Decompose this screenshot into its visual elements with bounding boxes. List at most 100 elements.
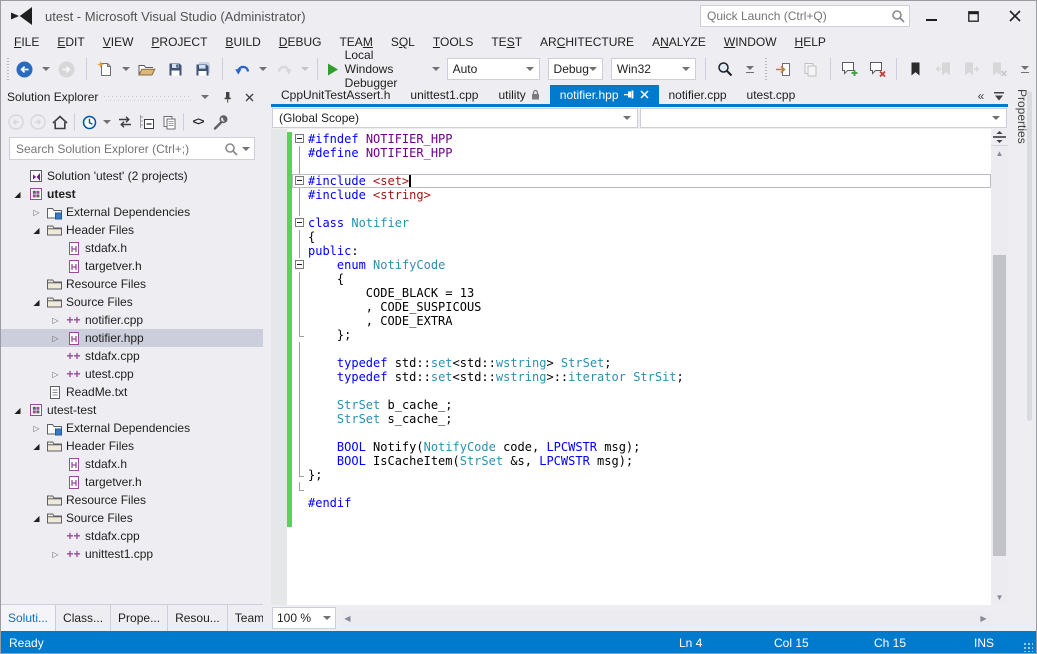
scroll-left-button[interactable]: ◀ — [340, 610, 355, 627]
outline-margin[interactable] — [292, 202, 308, 216]
outline-margin[interactable] — [292, 356, 308, 370]
tree-item[interactable]: ◢Source Files — [1, 293, 263, 311]
comment-selection-button[interactable] — [835, 57, 863, 81]
tree-item[interactable]: ▷External Dependencies — [1, 203, 263, 221]
tab-unittest1-cpp[interactable]: unittest1.cpp — [400, 85, 488, 104]
outline-margin[interactable] — [292, 482, 308, 496]
panel-splitter[interactable] — [263, 85, 271, 631]
window-position-button[interactable] — [197, 89, 213, 105]
forward-button[interactable] — [27, 111, 49, 133]
sync-with-active-document-button[interactable] — [114, 111, 136, 133]
menu-window[interactable]: WINDOW — [715, 33, 786, 51]
tree-item[interactable]: ▷++utest.cpp — [1, 365, 263, 383]
search-icon[interactable] — [224, 142, 238, 156]
tab-utest-cpp[interactable]: utest.cpp — [737, 85, 806, 104]
tree-item[interactable]: targetver.h — [1, 257, 263, 275]
resize-grip[interactable] — [1016, 631, 1036, 654]
dropdown-caret[interactable] — [259, 67, 267, 71]
scroll-tabs-left-button[interactable]: « — [972, 88, 990, 104]
dropdown-caret[interactable] — [103, 120, 111, 124]
collapse-box-icon[interactable] — [295, 134, 304, 143]
vertical-scrollbar[interactable]: ▲ ▼ — [991, 129, 1008, 605]
tab-notifier-cpp[interactable]: notifier.cpp — [659, 85, 737, 104]
navigate-backward-button[interactable] — [11, 57, 39, 81]
panel-tab-soluti[interactable]: Soluti... — [1, 605, 56, 631]
collapse-box-icon[interactable] — [295, 218, 304, 227]
solution-platform-combo[interactable]: Win32 — [611, 58, 696, 80]
dropdown-caret[interactable] — [122, 67, 130, 71]
minimize-button[interactable] — [910, 3, 952, 29]
new-file-button[interactable] — [91, 57, 119, 81]
expanded-arrow-icon[interactable]: ◢ — [28, 298, 45, 307]
vertical-scroll-track[interactable] — [991, 161, 1008, 590]
toolbar-grip[interactable] — [763, 58, 767, 80]
outline-margin[interactable] — [292, 272, 308, 286]
next-bookmark-button[interactable] — [958, 57, 986, 81]
combo-caret[interactable] — [682, 67, 690, 71]
close-button[interactable] — [994, 3, 1036, 29]
collapsed-arrow-icon[interactable]: ▷ — [47, 316, 64, 325]
search-options-caret[interactable] — [242, 147, 250, 151]
zoom-dropdown[interactable]: 100 % — [272, 607, 336, 629]
collapsed-arrow-icon[interactable]: ▷ — [47, 370, 64, 379]
menu-architecture[interactable]: ARCHITECTURE — [531, 33, 643, 51]
expanded-arrow-icon[interactable]: ◢ — [28, 442, 45, 451]
outline-margin[interactable] — [292, 440, 308, 454]
tree-item[interactable]: ++stdafx.cpp — [1, 347, 263, 365]
dropdown-caret[interactable] — [432, 67, 440, 71]
code-surface[interactable]: #ifndef NOTIFIER_HPP#define NOTIFIER_HPP… — [271, 129, 991, 605]
tree-item[interactable]: Resource Files — [1, 275, 263, 293]
outline-margin[interactable] — [292, 244, 308, 258]
tree-item[interactable]: ▷notifier.hpp — [1, 329, 263, 347]
collapse-box-icon[interactable] — [295, 260, 304, 269]
fold-toggle[interactable] — [292, 216, 308, 230]
combo-caret[interactable] — [526, 67, 534, 71]
outline-margin[interactable] — [292, 146, 308, 160]
expanded-arrow-icon[interactable]: ◢ — [9, 190, 26, 199]
outline-margin[interactable] — [292, 468, 308, 482]
collapsed-arrow-icon[interactable]: ▷ — [47, 550, 64, 559]
close-tab-icon[interactable] — [640, 90, 649, 99]
save-all-button[interactable] — [189, 57, 217, 81]
outline-margin[interactable] — [292, 412, 308, 426]
maximize-button[interactable] — [952, 3, 994, 29]
fold-toggle[interactable] — [292, 174, 308, 188]
editor-splitter-handle[interactable] — [991, 129, 1008, 146]
redo-button[interactable] — [270, 57, 298, 81]
tree-item[interactable]: ▷External Dependencies — [1, 419, 263, 437]
collapsed-arrow-icon[interactable]: ▷ — [28, 424, 45, 433]
view-code-button[interactable]: <> — [187, 111, 209, 133]
tab-list-menu-button[interactable] — [990, 88, 1008, 104]
member-dropdown[interactable] — [640, 108, 1007, 128]
close-panel-button[interactable] — [241, 89, 257, 105]
panel-tab-prope[interactable]: Prope... — [111, 605, 168, 631]
menu-debug[interactable]: DEBUG — [270, 33, 331, 51]
tab-utility[interactable]: utility — [488, 85, 549, 104]
toolbar-overflow-button[interactable] — [1018, 66, 1032, 73]
menu-file[interactable]: FILE — [5, 33, 48, 51]
solution-search-input[interactable] — [14, 141, 224, 157]
outline-margin[interactable] — [292, 300, 308, 314]
collapsed-arrow-icon[interactable]: ▷ — [28, 208, 45, 217]
pending-changes-filter-button[interactable] — [78, 111, 100, 133]
fold-toggle[interactable] — [292, 132, 308, 146]
toolbar-overflow-button[interactable] — [743, 66, 757, 73]
menu-project[interactable]: PROJECT — [142, 33, 216, 51]
panel-tab-class[interactable]: Class... — [56, 605, 111, 631]
tree-item[interactable]: ReadMe.txt — [1, 383, 263, 401]
uncomment-selection-button[interactable] — [863, 57, 891, 81]
tree-item[interactable]: ◢Header Files — [1, 221, 263, 239]
collapsed-arrow-icon[interactable]: ▷ — [47, 334, 64, 343]
collapse-all-button[interactable] — [136, 111, 158, 133]
tab-cppunittestassert-h[interactable]: CppUnitTestAssert.h — [271, 85, 400, 104]
outline-margin[interactable] — [292, 314, 308, 328]
menu-build[interactable]: BUILD — [216, 33, 269, 51]
pin-tab-icon[interactable] — [624, 89, 635, 100]
navigate-to-button[interactable] — [769, 57, 797, 81]
vertical-scroll-thumb[interactable] — [993, 255, 1006, 555]
outline-margin[interactable] — [292, 342, 308, 356]
back-button[interactable] — [5, 111, 27, 133]
tree-item[interactable]: ◢utest-test — [1, 401, 263, 419]
tree-item[interactable]: ◢Source Files — [1, 509, 263, 527]
outline-margin[interactable] — [292, 398, 308, 412]
